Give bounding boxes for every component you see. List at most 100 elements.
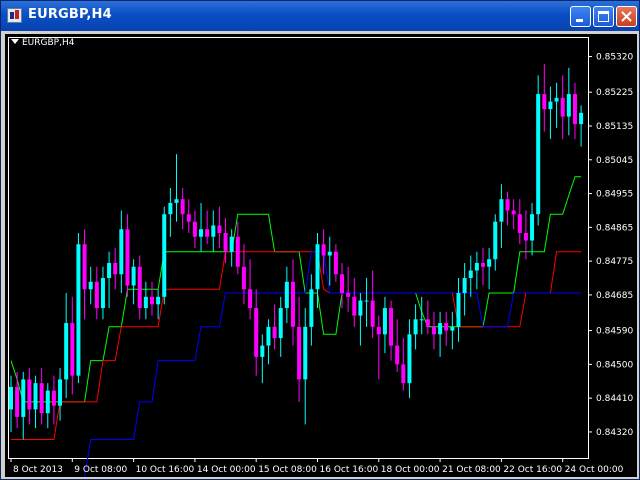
candle-body [493, 221, 498, 260]
candle-body [266, 326, 271, 346]
candle-body [149, 296, 154, 305]
window-title: EURGBP,H4 [28, 7, 112, 22]
candle-body [254, 308, 259, 357]
x-tick-label: 16 Oct 16:00 [320, 465, 379, 475]
candle-body [107, 263, 112, 279]
candle-body [450, 326, 455, 331]
x-tick-label: 10 Oct 16:00 [136, 465, 195, 475]
x-tick-label: 24 Oct 00:00 [565, 465, 624, 475]
x-tick-label: 9 Oct 08:00 [74, 465, 127, 475]
candle-body [272, 326, 277, 339]
y-tick-label: 0.85320 [596, 53, 633, 63]
candle-body [248, 289, 253, 309]
title-bar[interactable]: EURGBP,H4 [1, 1, 639, 31]
candle-body [456, 293, 461, 327]
x-tick-label: 14 Oct 00:00 [197, 465, 256, 475]
candle-body [64, 323, 69, 380]
candle-body [413, 319, 418, 335]
candle-body [315, 244, 320, 290]
minimize-button[interactable] [570, 6, 591, 27]
candle-body [192, 221, 197, 237]
candle-body [364, 300, 369, 302]
candle-body [511, 210, 516, 215]
candle-body [401, 364, 406, 384]
y-tick-label: 0.84865 [596, 223, 633, 233]
candle-body [407, 334, 412, 384]
candle-body [358, 300, 363, 316]
candle-body [113, 263, 118, 275]
maximize-button[interactable] [593, 6, 614, 27]
candle-body [425, 319, 430, 327]
candle-body [419, 319, 424, 321]
candle-body [309, 289, 314, 327]
chart-frame [8, 37, 589, 459]
y-tick-label: 0.84320 [596, 428, 633, 438]
y-tick-label: 0.85225 [596, 88, 633, 98]
candle-body [346, 293, 351, 297]
candle-body [523, 232, 528, 241]
candle-body [444, 323, 449, 331]
candle-body [389, 308, 394, 346]
candle-body [27, 379, 32, 410]
close-button[interactable] [616, 6, 637, 27]
y-tick-label: 0.85135 [596, 122, 633, 132]
candle-body [235, 236, 240, 267]
y-tick-label: 0.84410 [596, 394, 633, 404]
minimize-icon [576, 19, 583, 22]
candle-body [321, 244, 326, 256]
candle-body [462, 278, 467, 294]
candle-body [340, 274, 345, 294]
candle-body [395, 345, 400, 365]
candle-body [131, 266, 136, 286]
candle-body [517, 214, 522, 233]
candle-body [505, 199, 510, 211]
candle-body [119, 229, 124, 275]
y-tick-label: 0.84685 [596, 291, 633, 301]
y-tick-label: 0.84775 [596, 257, 633, 267]
candle-body [370, 300, 375, 327]
chart-window: EURGBP,H4 0.85320 0.85225 0.85135 0.85045 0.… [0, 0, 640, 480]
y-tick-label: 0.84955 [596, 190, 633, 200]
candle-body [33, 383, 38, 410]
candle-body [474, 263, 479, 271]
candle-body [82, 244, 87, 290]
candle-body [76, 244, 81, 376]
candle-body [579, 112, 584, 125]
candle-body [70, 323, 75, 376]
maximize-icon [598, 11, 609, 22]
candle-body [137, 266, 142, 309]
candle-body [217, 225, 222, 233]
candle-body [174, 199, 179, 203]
candle-body [51, 390, 56, 406]
candle-body [88, 281, 93, 290]
symbol-label-text: EURGBP,H4 [22, 38, 75, 48]
candle-body [487, 259, 492, 267]
candle-body [229, 236, 234, 252]
candle-body [376, 326, 381, 335]
candle-body [94, 281, 99, 309]
y-tick-label: 0.85045 [596, 156, 633, 166]
candle-body [327, 251, 332, 256]
price-chart[interactable]: 0.85320 0.85225 0.85135 0.85045 0.84955 0.848… [5, 34, 637, 477]
candle-body [223, 232, 228, 252]
symbol-label[interactable]: EURGBP,H4 [11, 38, 74, 48]
candle-body [560, 97, 565, 117]
candle-body [156, 296, 161, 305]
x-tick-label: 18 Oct 00:00 [381, 465, 440, 475]
candle-body [438, 323, 443, 335]
candle-body [431, 326, 436, 335]
candle-body [205, 229, 210, 237]
candle-body [100, 278, 105, 309]
candle-body [58, 379, 63, 406]
candle-body [125, 229, 130, 286]
candle-body [499, 199, 504, 222]
candle-body [297, 326, 302, 380]
candle-body [303, 326, 308, 380]
candle-body [333, 251, 338, 275]
chart-area[interactable]: 0.85320 0.85225 0.85135 0.85045 0.84955 0.848… [5, 34, 637, 477]
candle-body [382, 308, 387, 335]
candle-body [554, 97, 559, 102]
candle-body [45, 390, 50, 414]
triangle-down-icon [11, 39, 19, 44]
chart-app-icon[interactable] [7, 8, 22, 23]
